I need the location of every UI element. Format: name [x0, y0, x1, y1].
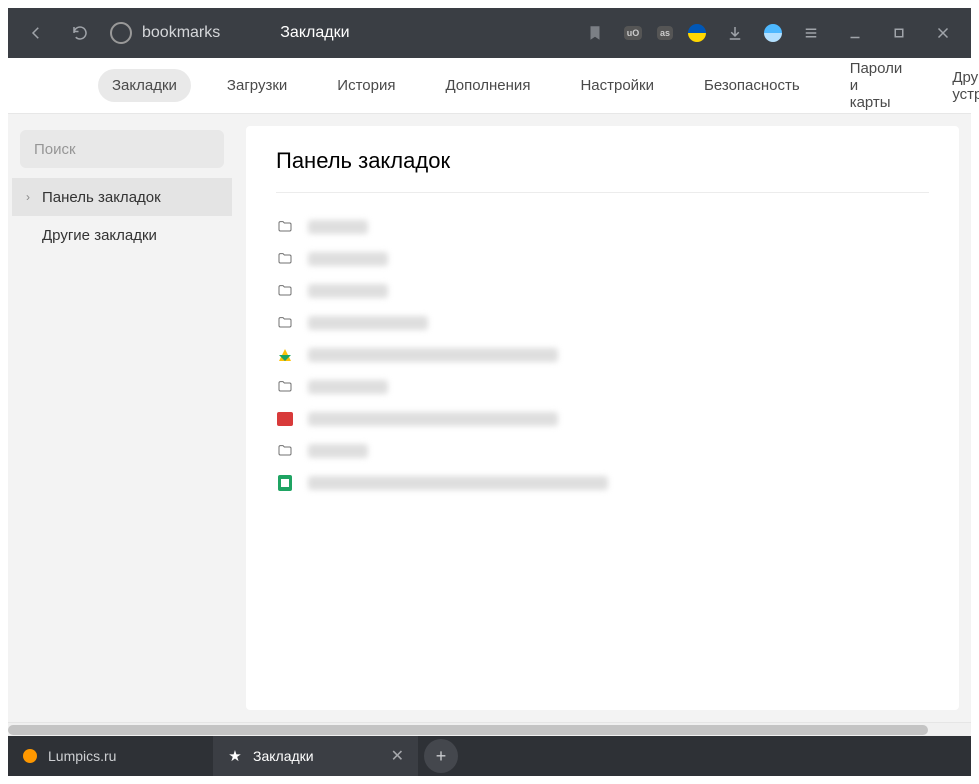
- bookmark-item[interactable]: [276, 211, 929, 243]
- browser-tab-0[interactable]: Lumpics.ru: [8, 736, 213, 776]
- divider: [276, 192, 929, 193]
- sidebar: Поиск › Панель закладок Другие закладки: [8, 114, 236, 722]
- bookmark-item[interactable]: [276, 435, 929, 467]
- bookmark-item[interactable]: [276, 467, 929, 499]
- panel-title: Панель закладок: [276, 148, 929, 174]
- address-bar[interactable]: bookmarks: [106, 16, 232, 50]
- sidebar-item-0[interactable]: › Панель закладок: [12, 178, 232, 216]
- settings-nav-tabs: Закладки Загрузки История Дополнения Настрой…: [8, 58, 971, 114]
- scrollbar-thumb[interactable]: [8, 725, 928, 735]
- nav-tab-5[interactable]: Безопасность: [690, 69, 814, 102]
- ukraine-flag-icon[interactable]: [685, 21, 709, 45]
- bookmark-item[interactable]: [276, 307, 929, 339]
- bookmark-item[interactable]: [276, 339, 929, 371]
- tab-close-icon[interactable]: ✕: [391, 746, 404, 766]
- minimize-button[interactable]: [837, 15, 873, 51]
- nav-tab-2[interactable]: История: [323, 69, 409, 102]
- google-sheets-icon: [276, 474, 294, 492]
- bookmark-label-blurred: [308, 252, 388, 266]
- folder-icon: [276, 218, 294, 236]
- menu-button[interactable]: [793, 15, 829, 51]
- tab-label: Lumpics.ru: [48, 748, 116, 764]
- horizontal-scrollbar[interactable]: [8, 722, 971, 736]
- ublock-extension-icon[interactable]: uO: [621, 21, 645, 45]
- folder-icon: [276, 314, 294, 332]
- search-input[interactable]: Поиск: [20, 130, 224, 168]
- browser-tabbar: Lumpics.ru ★ Закладки ✕ +: [8, 736, 971, 776]
- content-area: Поиск › Панель закладок Другие закладки Па…: [8, 114, 971, 722]
- bookmark-item[interactable]: [276, 243, 929, 275]
- lastfm-extension-icon[interactable]: as: [653, 21, 677, 45]
- bookmark-item[interactable]: [276, 275, 929, 307]
- bookmark-label-blurred: [308, 348, 558, 362]
- bookmark-label-blurred: [308, 316, 428, 330]
- nav-tab-3[interactable]: Дополнения: [431, 69, 544, 102]
- page-title: Закладки: [280, 24, 349, 42]
- nav-tab-1[interactable]: Загрузки: [213, 69, 301, 102]
- sidebar-item-1[interactable]: Другие закладки: [12, 216, 232, 254]
- lumpics-favicon: [22, 748, 38, 764]
- folder-icon: [276, 442, 294, 460]
- nav-tab-7[interactable]: Другие устройства: [938, 61, 979, 111]
- maximize-button[interactable]: [881, 15, 917, 51]
- close-button[interactable]: [925, 15, 961, 51]
- yandex-icon: [110, 22, 132, 44]
- back-button[interactable]: [18, 15, 54, 51]
- chevron-right-icon: ›: [26, 190, 36, 204]
- bookmark-label-blurred: [308, 412, 558, 426]
- folder-icon: [276, 378, 294, 396]
- folder-icon: [276, 282, 294, 300]
- bookmark-label-blurred: [308, 284, 388, 298]
- bookmark-flag-icon[interactable]: [577, 15, 613, 51]
- nav-tab-6[interactable]: Пароли и карты: [836, 52, 917, 119]
- weather-icon[interactable]: [761, 21, 785, 45]
- tab-label: Закладки: [253, 748, 314, 764]
- browser-window: bookmarks Закладки uO as Закладки Загрузк…: [0, 0, 979, 784]
- star-icon: ★: [227, 748, 243, 764]
- browser-tab-1[interactable]: ★ Закладки ✕: [213, 736, 418, 776]
- url-text: bookmarks: [142, 24, 220, 42]
- titlebar: bookmarks Закладки uO as: [8, 8, 971, 58]
- bookmark-label-blurred: [308, 220, 368, 234]
- bookmark-label-blurred: [308, 444, 368, 458]
- google-drive-icon: [276, 346, 294, 364]
- reload-button[interactable]: [62, 15, 98, 51]
- bookmark-item[interactable]: [276, 371, 929, 403]
- folder-icon: [276, 250, 294, 268]
- site-icon: [276, 410, 294, 428]
- sidebar-item-label: Панель закладок: [42, 189, 161, 206]
- bookmark-item[interactable]: [276, 403, 929, 435]
- search-placeholder: Поиск: [34, 141, 76, 158]
- downloads-button[interactable]: [717, 15, 753, 51]
- nav-tab-0[interactable]: Закладки: [98, 69, 191, 102]
- bookmark-label-blurred: [308, 476, 608, 490]
- new-tab-button[interactable]: +: [424, 739, 458, 773]
- nav-tab-4[interactable]: Настройки: [566, 69, 668, 102]
- main-panel: Панель закладок: [246, 126, 959, 710]
- bookmark-label-blurred: [308, 380, 388, 394]
- sidebar-item-label: Другие закладки: [42, 227, 157, 244]
